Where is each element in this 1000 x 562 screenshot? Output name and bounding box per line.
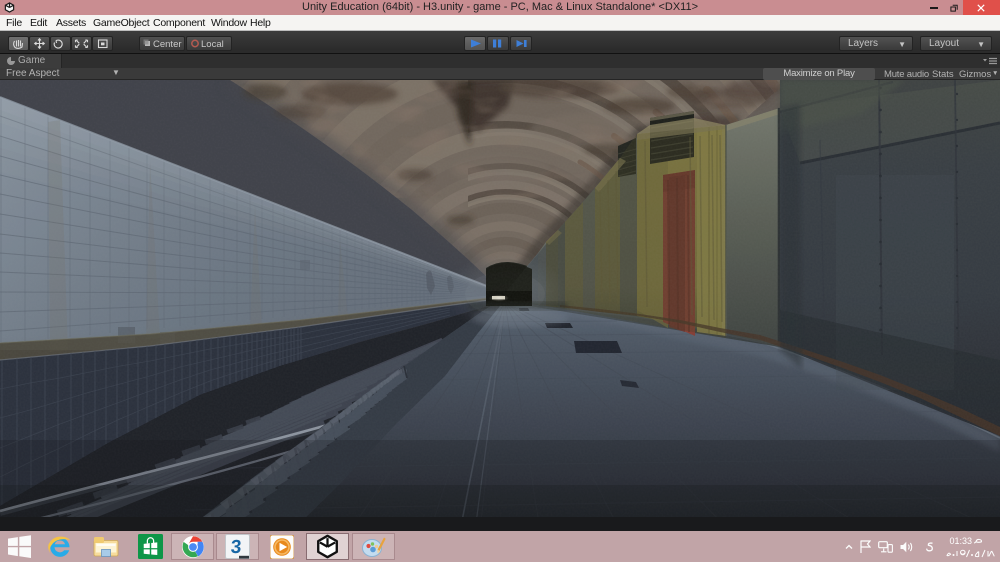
svg-text:Local: Local: [201, 39, 224, 50]
svg-text:01:33: 01:33: [949, 536, 972, 546]
svg-text:3: 3: [230, 537, 242, 558]
svg-text:Center: Center: [153, 39, 182, 50]
